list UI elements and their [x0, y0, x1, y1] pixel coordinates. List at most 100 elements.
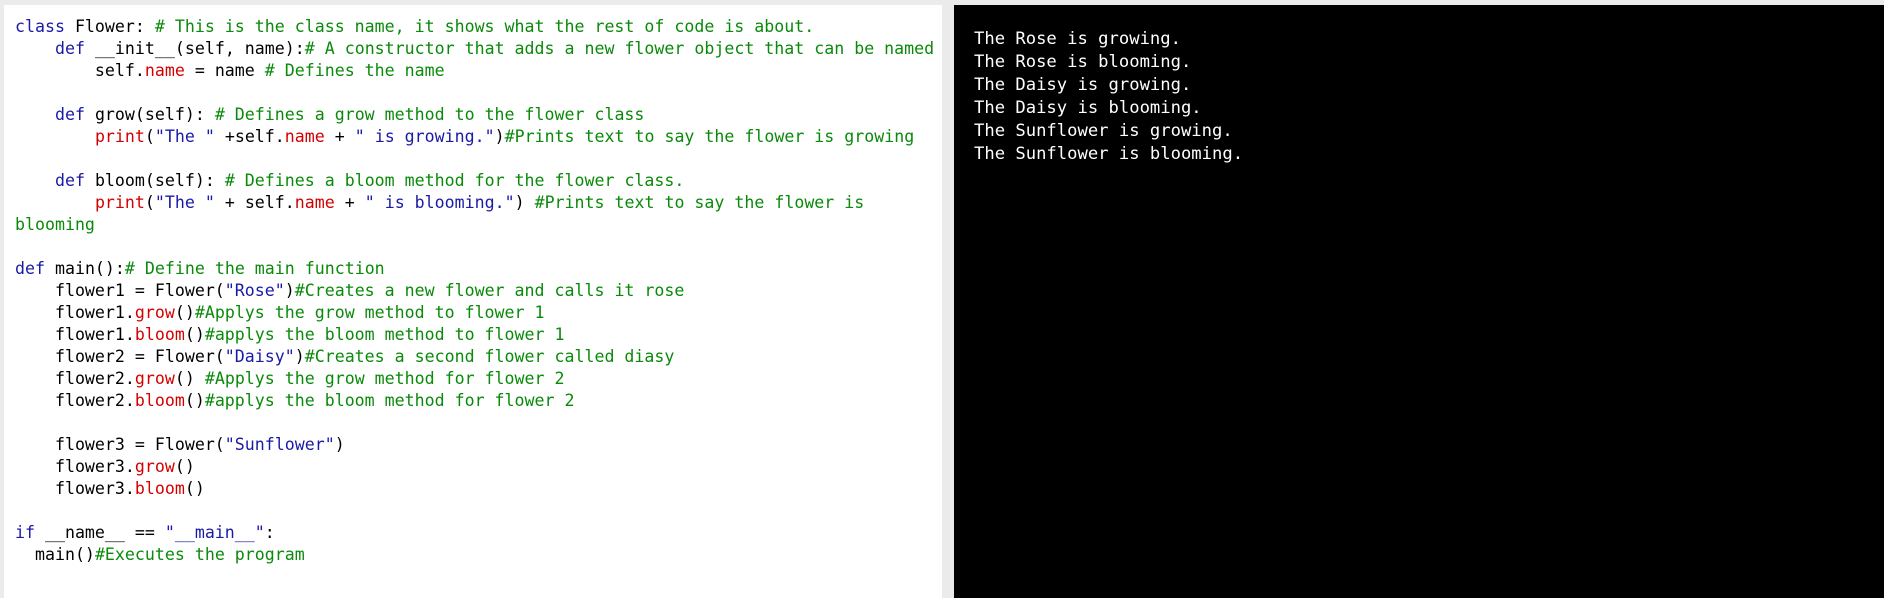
code-view[interactable]: class Flower: # This is the class name, …: [15, 16, 934, 566]
code-token: # Define the main function: [124, 259, 385, 278]
code-token: flower3.: [15, 479, 135, 498]
code-token: __name__ ==: [34, 523, 165, 542]
code-token: # A constructor that adds a new flower o…: [304, 39, 935, 58]
code-token: def: [54, 105, 85, 124]
code-token: "Sunflower": [224, 435, 335, 454]
console-output-pane: The Rose is growing. The Rose is blooming…: [954, 5, 1884, 598]
code-token: flower1.: [15, 325, 135, 344]
code-token: # Defines a bloom method for the flower …: [224, 171, 685, 190]
code-token: blooming: [15, 215, 95, 234]
code-token: grow(self):: [84, 105, 215, 124]
code-token: "The ": [154, 127, 215, 146]
code-token: (): [174, 303, 195, 322]
console-line: The Daisy is blooming.: [974, 98, 1202, 118]
code-token: #applys the bloom method to flower 1: [204, 325, 565, 344]
pane-divider[interactable]: [944, 5, 954, 598]
code-line: def bloom(self): # Defines a bloom metho…: [15, 170, 934, 192]
code-token: :: [264, 523, 275, 542]
code-token: name: [294, 193, 335, 212]
code-token: + self.: [214, 193, 295, 212]
code-token: class: [15, 17, 65, 36]
code-token: main(): [15, 545, 95, 564]
code-token: "__main__": [164, 523, 265, 542]
code-token: +self.: [214, 127, 285, 146]
code-token: grow: [134, 457, 175, 476]
code-token: self.: [15, 61, 145, 80]
code-token: ): [494, 127, 505, 146]
code-editor-pane[interactable]: class Flower: # This is the class name, …: [4, 5, 942, 598]
code-token: # This is the class name, it shows what …: [154, 17, 815, 36]
code-token: (): [184, 325, 205, 344]
code-line: def grow(self): # Defines a grow method …: [15, 104, 934, 126]
code-line: blooming: [15, 214, 934, 236]
code-line: flower1 = Flower("Rose")#Creates a new f…: [15, 280, 934, 302]
code-token: (): [184, 479, 205, 498]
code-line: self.name = name # Defines the name: [15, 60, 934, 82]
code-token: flower3 = Flower(: [15, 435, 225, 454]
console-line: The Rose is blooming.: [974, 52, 1192, 72]
code-line: print("The " + self.name + " is blooming…: [15, 192, 934, 214]
code-token: #Prints text to say the flower is: [534, 193, 865, 212]
code-token: bloom: [134, 325, 185, 344]
code-token: bloom: [134, 479, 185, 498]
console-line: The Sunflower is blooming.: [974, 144, 1244, 164]
code-line: def main():# Define the main function: [15, 258, 934, 280]
code-line: flower1.bloom()#applys the bloom method …: [15, 324, 934, 346]
code-token: #Prints text to say the flower is growin…: [504, 127, 915, 146]
code-token: " is growing.": [354, 127, 495, 146]
code-line: flower2.bloom()#applys the bloom method …: [15, 390, 934, 412]
console-line: The Rose is growing.: [974, 29, 1181, 49]
code-token: # Defines a grow method to the flower cl…: [214, 105, 645, 124]
code-token: flower2 = Flower(: [15, 347, 225, 366]
code-token: = name: [184, 61, 265, 80]
code-token: ): [284, 281, 295, 300]
code-token: "Rose": [224, 281, 285, 300]
code-token: print: [94, 193, 145, 212]
code-token: if: [15, 523, 35, 542]
code-line: flower3 = Flower("Sunflower"): [15, 434, 934, 456]
code-token: print: [94, 127, 145, 146]
code-token: grow: [134, 369, 175, 388]
code-line: if __name__ == "__main__":: [15, 522, 934, 544]
code-token: name: [284, 127, 325, 146]
code-line: flower2.grow() #Applys the grow method f…: [15, 368, 934, 390]
console-line: The Daisy is growing.: [974, 75, 1192, 95]
code-token: flower1 = Flower(: [15, 281, 225, 300]
code-token: #Creates a new flower and calls it rose: [294, 281, 685, 300]
code-token: "Daisy": [224, 347, 295, 366]
code-token: (): [184, 391, 205, 410]
code-token: name: [144, 61, 185, 80]
code-line: flower3.bloom(): [15, 478, 934, 500]
code-token: ): [294, 347, 305, 366]
code-token: flower3.: [15, 457, 135, 476]
code-token: #Applys the grow method to flower 1: [194, 303, 545, 322]
code-token: #Executes the program: [94, 545, 305, 564]
code-token: ): [334, 435, 345, 454]
code-token: (): [174, 457, 195, 476]
code-token: " is blooming.": [364, 193, 515, 212]
code-token: #Creates a second flower called diasy: [304, 347, 675, 366]
code-token: def: [54, 171, 85, 190]
code-line: def __init__(self, name):# A constructor…: [15, 38, 934, 60]
code-token: #Applys the grow method for flower 2: [204, 369, 565, 388]
code-token: bloom(self):: [84, 171, 225, 190]
code-token: (): [174, 369, 205, 388]
code-token: ): [514, 193, 535, 212]
console-output: The Rose is growing. The Rose is blooming…: [974, 28, 1243, 166]
code-token: +: [324, 127, 355, 146]
code-line: flower3.grow(): [15, 456, 934, 478]
code-line: main()#Executes the program: [15, 544, 934, 566]
code-token: def: [15, 259, 45, 278]
code-token: #applys the bloom method for flower 2: [204, 391, 575, 410]
code-line: print("The " +self.name + " is growing."…: [15, 126, 934, 148]
console-line: The Sunflower is growing.: [974, 121, 1233, 141]
code-line: flower2 = Flower("Daisy")#Creates a seco…: [15, 346, 934, 368]
